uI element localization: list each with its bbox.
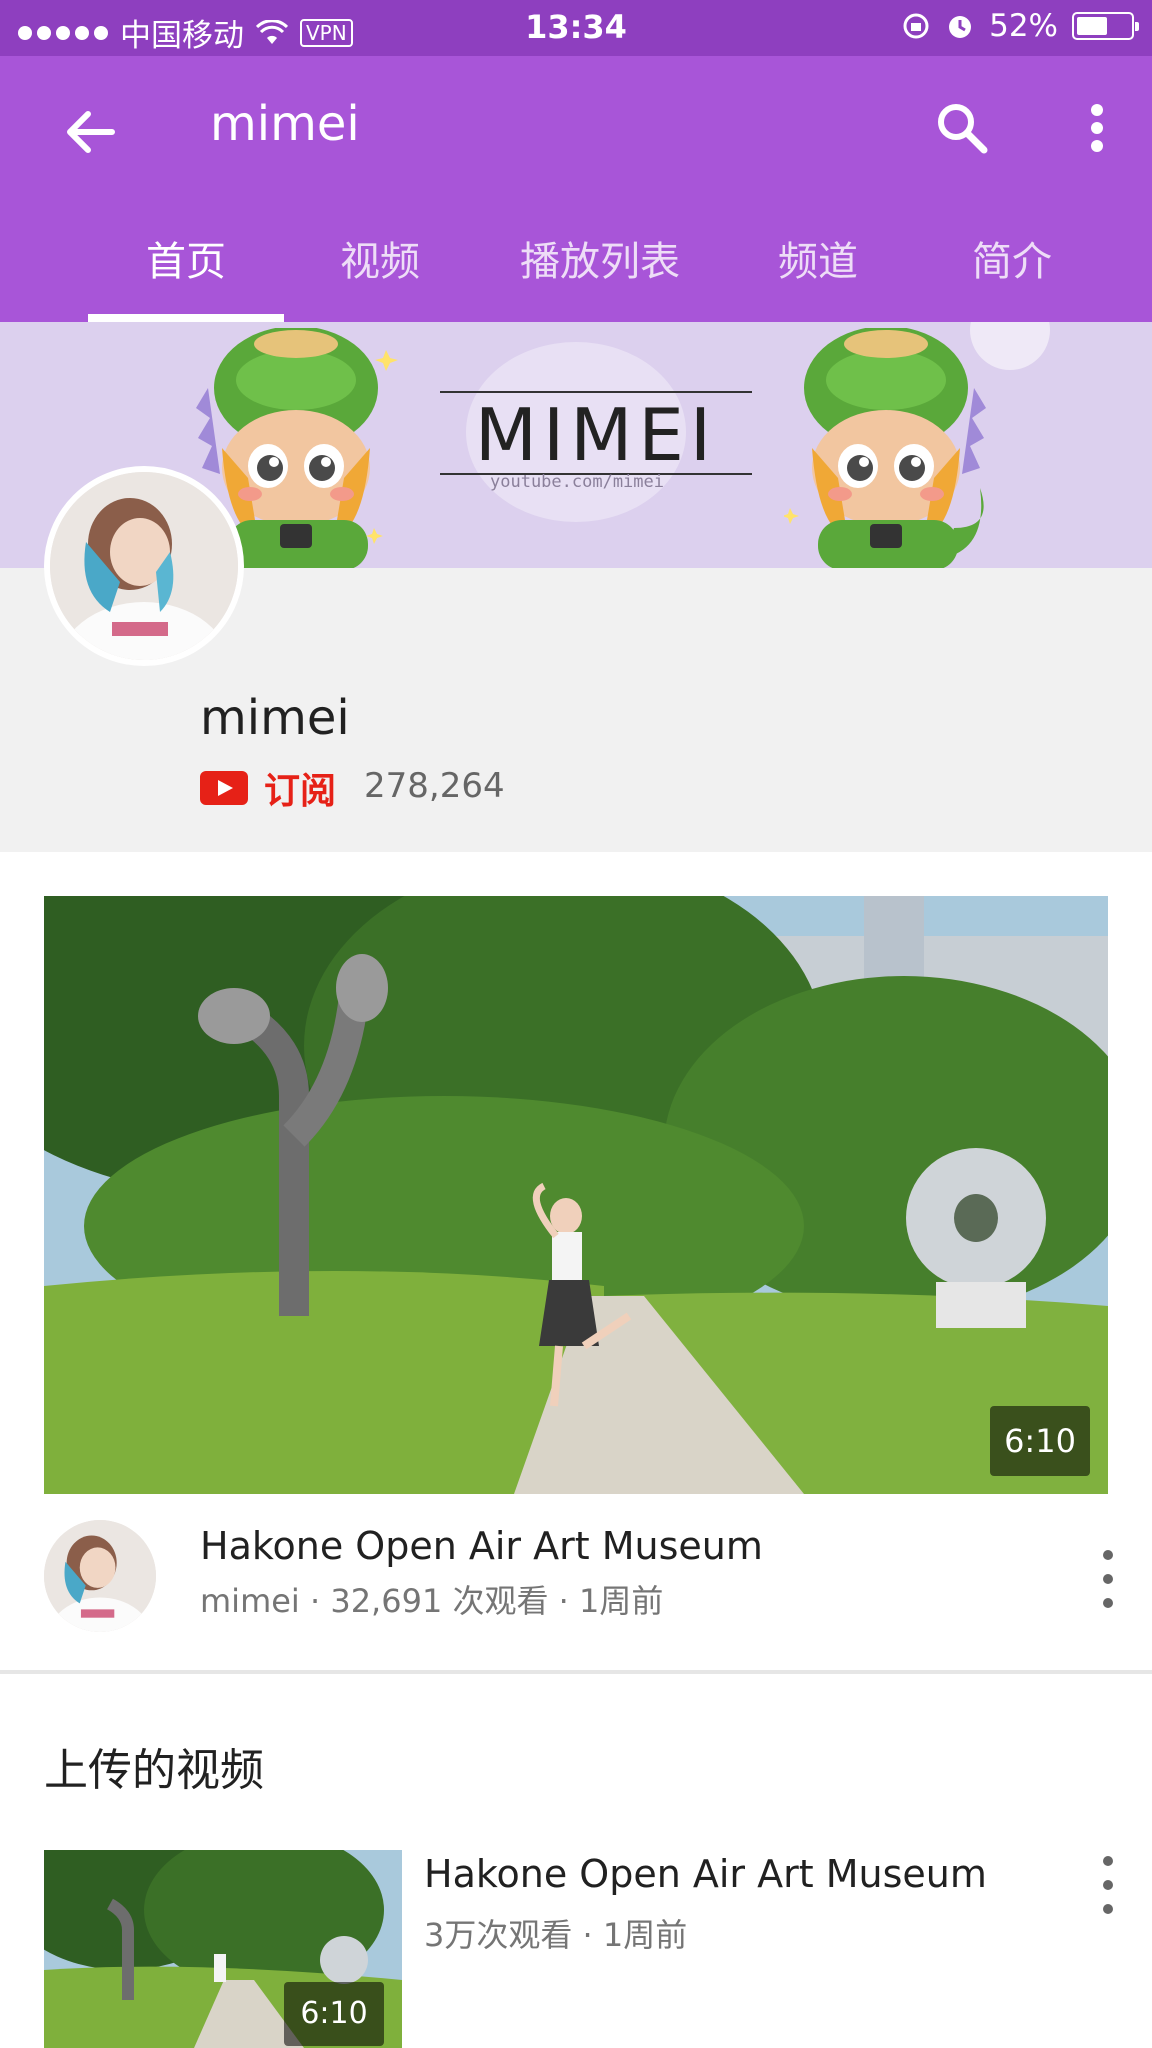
featured-video-thumbnail[interactable]: 6:10 — [44, 896, 1108, 1494]
channel-avatar[interactable] — [44, 466, 244, 666]
video-duration: 6:10 — [990, 1406, 1090, 1476]
app-bar: mimei 首页 视频 播放列表 频道 简介 — [0, 56, 1152, 322]
active-tab-indicator — [88, 314, 284, 322]
upload-video-views: 3万次观看 — [424, 1916, 573, 1954]
subscriber-count: 278,264 — [364, 766, 505, 806]
page-title: mimei — [210, 96, 360, 152]
alarm-icon — [949, 16, 972, 38]
featured-video-age: 1周前 — [579, 1582, 664, 1620]
featured-video-image — [44, 896, 1108, 1494]
upload-video-menu-button[interactable] — [1088, 1850, 1128, 1920]
featured-video-channel: mimei — [200, 1582, 300, 1620]
uploads-section-title: 上传的视频 — [44, 1745, 264, 1796]
subscribe-button[interactable]: 订阅 — [200, 762, 336, 814]
tab-about[interactable]: 简介 — [914, 222, 1110, 322]
separator-dot: · — [309, 1582, 331, 1620]
upload-video-title[interactable]: Hakone Open Air Art Museum — [424, 1852, 987, 1896]
battery-percent: 52% — [989, 8, 1058, 44]
status-right: 52% — [901, 8, 1139, 44]
more-options-button[interactable] — [1062, 88, 1132, 168]
tab-home[interactable]: 首页 — [88, 222, 284, 322]
separator-dot: · — [558, 1582, 579, 1620]
featured-video-title[interactable]: Hakone Open Air Art Museum — [200, 1524, 763, 1568]
upload-video-thumbnail[interactable]: 6:10 — [44, 1850, 402, 2048]
video-channel-avatar[interactable] — [44, 1520, 156, 1632]
subscribe-label: 订阅 — [264, 771, 337, 812]
featured-video-views: 32,691 次观看 — [330, 1582, 549, 1620]
tab-videos[interactable]: 视频 — [282, 222, 478, 322]
featured-video-meta: Hakone Open Air Art Museum mimei · 32,69… — [0, 1494, 1152, 1670]
rotation-lock-icon — [903, 13, 929, 39]
channel-avatar-image — [50, 472, 238, 660]
tab-channels[interactable]: 频道 — [720, 222, 916, 322]
dinosaur-mascot-right-image — [784, 328, 986, 568]
video-channel-avatar-image — [44, 1520, 156, 1632]
search-button[interactable] — [922, 88, 1002, 168]
mimei-logo-text: MIMEI — [475, 393, 717, 477]
search-icon — [938, 104, 988, 154]
channel-name: mimei — [200, 690, 350, 746]
banner-url: youtube.com/mimei — [490, 472, 664, 492]
arrow-left-icon — [67, 111, 115, 153]
section-divider — [0, 1670, 1152, 1674]
tab-bar: 首页 视频 播放列表 频道 简介 — [0, 222, 1152, 322]
tab-playlists[interactable]: 播放列表 — [490, 222, 710, 322]
mimei-logo: MIMEI — [440, 391, 752, 477]
featured-video-subtitle: mimei · 32,691 次观看 · 1周前 — [200, 1576, 663, 1622]
battery-icon — [1072, 12, 1139, 40]
upload-video-subtitle: 3万次观看 · 1周前 — [424, 1910, 687, 1956]
upload-video-duration: 6:10 — [284, 1982, 384, 2046]
youtube-play-icon — [200, 771, 248, 805]
back-button[interactable] — [50, 92, 130, 172]
separator-dot: · — [582, 1916, 603, 1954]
status-bar: 中国移动 VPN 13:34 52% — [0, 0, 1152, 56]
featured-video-menu-button[interactable] — [1088, 1544, 1128, 1614]
upload-video-age: 1周前 — [602, 1916, 688, 1954]
more-vert-icon — [1091, 104, 1103, 152]
